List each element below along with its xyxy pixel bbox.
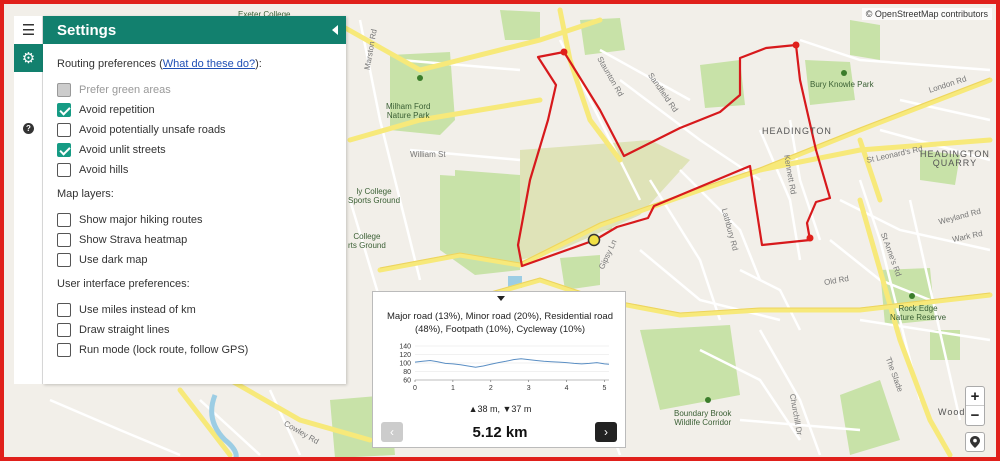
ui-preference-option[interactable]: Draw straight lines — [57, 320, 332, 340]
map-layer-checkbox[interactable] — [57, 233, 71, 247]
elevation-y-tick: 140 — [399, 344, 411, 351]
routing-option[interactable]: Avoid potentially unsafe roads — [57, 120, 332, 140]
chevron-right-icon: › — [604, 425, 608, 439]
routing-checkbox[interactable] — [57, 123, 71, 137]
ui-preference-option[interactable]: Run mode (lock route, follow GPS) — [57, 340, 332, 360]
elevation-x-tick: 1 — [451, 385, 455, 392]
ui-preference-checkbox[interactable] — [57, 343, 71, 357]
routing-option: Prefer green areas — [57, 80, 332, 100]
elevation-x-tick: 2 — [489, 385, 493, 392]
settings-panel: Settings Routing preferences (What do th… — [43, 16, 346, 384]
settings-body: Routing preferences (What do these do?):… — [43, 44, 346, 360]
what-do-these-do-link[interactable]: What do these do? — [163, 58, 255, 70]
help-button[interactable]: ? — [14, 114, 43, 142]
settings-tab-button[interactable]: ⚙ — [14, 44, 43, 72]
ui-preference-label: Draw straight lines — [79, 324, 170, 336]
ui-preference-label: Use miles instead of km — [79, 304, 196, 316]
elevation-x-tick: 5 — [603, 385, 607, 392]
route-info-panel: Major road (13%), Minor road (20%), Resi… — [372, 291, 626, 448]
elevation-y-tick: 120 — [399, 352, 411, 359]
sidebar-strip: ☰ ⚙ ? — [14, 16, 43, 384]
routing-label: Avoid repetition — [79, 104, 155, 116]
ui-preference-option[interactable]: Use miles instead of km — [57, 300, 332, 320]
next-route-button[interactable]: › — [595, 422, 617, 442]
zoom-in-button[interactable]: + — [966, 387, 984, 406]
map-label-college-sports: ly College Sports Ground — [348, 187, 401, 205]
routing-option[interactable]: Avoid hills — [57, 160, 332, 180]
route-surface-summary: Major road (13%), Minor road (20%), Resi… — [387, 311, 613, 335]
ui-preference-label: Run mode (lock route, follow GPS) — [79, 344, 249, 356]
routing-preferences-title: Routing preferences (What do these do?): — [57, 58, 262, 70]
map-layer-checkbox[interactable] — [57, 253, 71, 267]
map-label-headington-quarry: HEADINGTON QUARRY — [920, 149, 990, 168]
route-waypoint — [806, 234, 814, 242]
map-label-college-sports-2: College rts Ground — [348, 232, 386, 250]
ui-options-list: Use miles instead of km Draw straight lin… — [57, 300, 332, 360]
routing-checkbox[interactable] — [57, 143, 71, 157]
ui-preference-checkbox[interactable] — [57, 303, 71, 317]
elevation-x-tick: 3 — [527, 385, 531, 392]
routing-checkbox[interactable] — [57, 103, 71, 117]
elevation-y-tick: 60 — [403, 378, 411, 385]
map-layer-options-list: Show major hiking routes Show Strava heat… — [57, 210, 332, 270]
map-layer-label: Show Strava heatmap — [79, 234, 188, 246]
routing-option[interactable]: Avoid unlit streets — [57, 140, 332, 160]
map-label-boundary-brook: Boundary Brook Wildlife Corridor — [674, 409, 732, 427]
zoom-control: + − — [965, 386, 985, 426]
map-layers-title: Map layers: — [57, 188, 114, 200]
elevation-y-tick: 100 — [399, 361, 411, 368]
route-waypoint — [560, 48, 568, 56]
elevation-y-tick: 80 — [403, 369, 411, 376]
hamburger-icon: ☰ — [21, 22, 36, 39]
route-waypoint — [792, 41, 800, 49]
routing-label: Prefer green areas — [79, 84, 171, 96]
routing-checkbox — [57, 83, 71, 97]
elevation-gain: ▲38 m, ▼37 m — [468, 404, 532, 414]
collapse-route-panel-icon[interactable] — [497, 296, 505, 301]
collapse-panel-icon[interactable] — [332, 25, 338, 35]
elevation-x-tick: 4 — [565, 385, 569, 392]
map-layer-option[interactable]: Use dark map — [57, 250, 332, 270]
zoom-out-button[interactable]: − — [966, 406, 984, 425]
map-label-wood-farm: Wood — [938, 407, 966, 417]
routing-label: Avoid unlit streets — [79, 144, 166, 156]
map-layer-label: Show major hiking routes — [79, 214, 203, 226]
ui-preferences-title: User interface preferences: — [57, 278, 190, 290]
route-distance: 5.12 km — [472, 424, 528, 441]
location-pin-icon — [970, 436, 980, 448]
menu-button[interactable]: ☰ — [14, 16, 43, 44]
map-layer-label: Use dark map — [79, 254, 148, 266]
elevation-chart[interactable]: 140120 10080 600 1 2 3 4 5 — [373, 340, 627, 402]
routing-options-list: Prefer green areas Avoid repetition Avoid … — [57, 80, 332, 180]
map-layer-checkbox[interactable] — [57, 213, 71, 227]
map-layer-option[interactable]: Show major hiking routes — [57, 210, 332, 230]
map-label-bury-knowle: Bury Knowle Park — [810, 80, 874, 89]
map-label-milham-ford: Milham Ford Nature Park — [386, 102, 431, 120]
map-label-rock-edge: Rock Edge Nature Reserve — [890, 304, 947, 322]
map-label-william-st: William St — [410, 150, 446, 159]
map-layer-option[interactable]: Show Strava heatmap — [57, 230, 332, 250]
routing-label: Avoid potentially unsafe roads — [79, 124, 226, 136]
locate-button[interactable] — [965, 432, 985, 452]
routing-label: Avoid hills — [79, 164, 129, 176]
settings-header: Settings — [43, 16, 346, 44]
map-label-headington: HEADINGTON — [762, 126, 832, 136]
route-current-position — [587, 233, 601, 247]
gear-icon: ⚙ — [21, 50, 36, 67]
ui-preference-checkbox[interactable] — [57, 323, 71, 337]
map-attribution[interactable]: © OpenStreetMap contributors — [861, 8, 992, 20]
routing-option[interactable]: Avoid repetition — [57, 100, 332, 120]
question-icon: ? — [23, 122, 34, 134]
routing-checkbox[interactable] — [57, 163, 71, 177]
elevation-x-tick: 0 — [413, 385, 417, 392]
settings-title: Settings — [57, 21, 117, 39]
